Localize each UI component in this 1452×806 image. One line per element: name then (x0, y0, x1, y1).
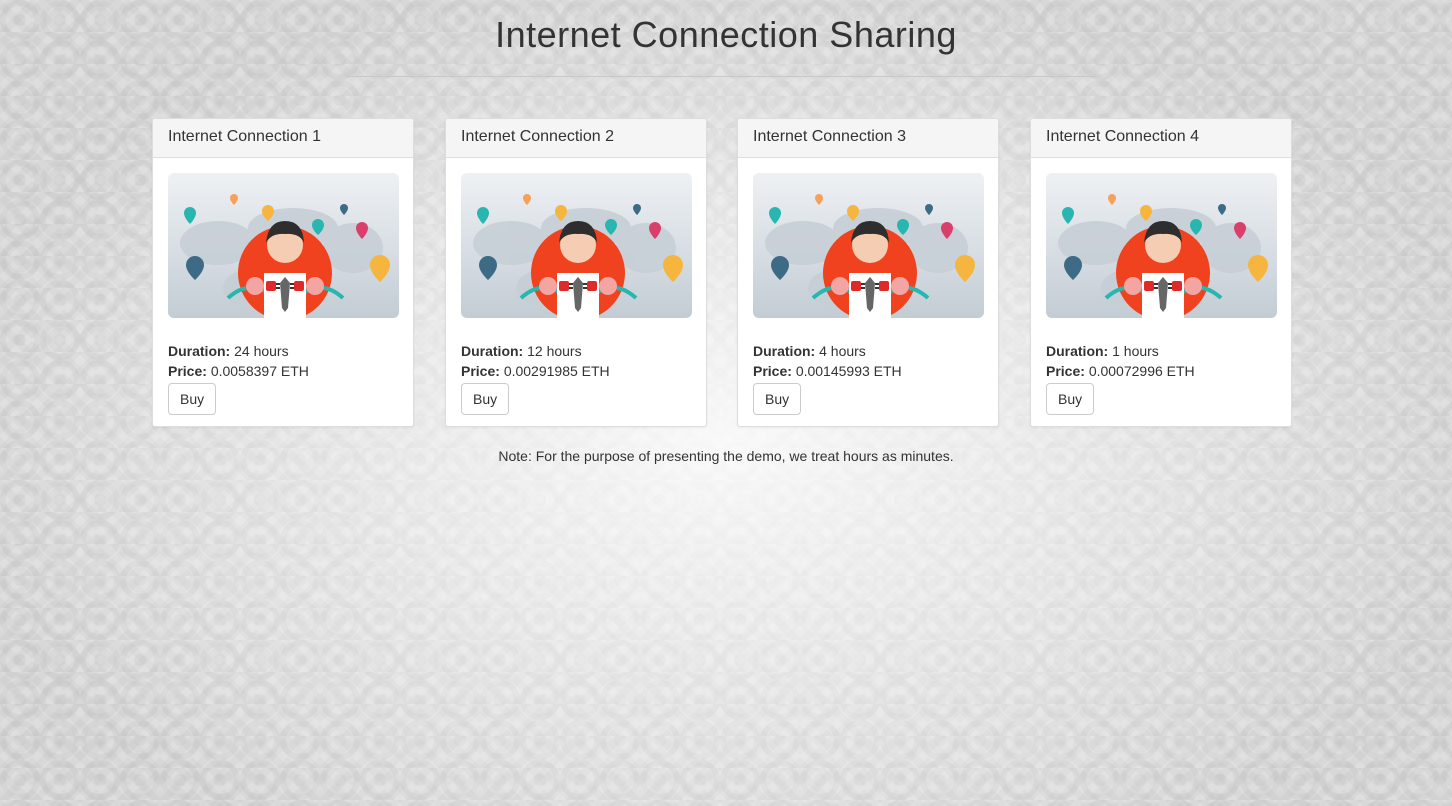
duration-value: 4 hours (819, 343, 866, 359)
card-title: Internet Connection 2 (446, 119, 706, 158)
duration-label: Duration: (168, 343, 231, 359)
duration-value: 1 hours (1112, 343, 1159, 359)
price-row: Price: 0.00291985 ETH (461, 361, 691, 381)
duration-label: Duration: (1046, 343, 1109, 359)
connection-illustration (753, 173, 984, 318)
world-map-plug-illustration (180, 194, 390, 318)
duration-row: Duration: 1 hours (1046, 341, 1276, 361)
duration-row: Duration: 12 hours (461, 341, 691, 361)
buy-button[interactable]: Buy (1046, 383, 1095, 415)
duration-value: 12 hours (527, 343, 582, 359)
world-map-plug-illustration (1058, 194, 1268, 318)
price-value: 0.00072996 ETH (1088, 363, 1195, 379)
duration-value: 24 hours (234, 343, 289, 359)
connection-cards: Internet Connection 1 Duration: 24 hours… (152, 118, 1292, 427)
duration-label: Duration: (753, 343, 816, 359)
page-title: Internet Connection Sharing (495, 14, 957, 55)
duration-label: Duration: (461, 343, 524, 359)
connection-illustration (1046, 173, 1277, 318)
demo-note: Note: For the purpose of presenting the … (498, 448, 954, 464)
world-map-plug-illustration (765, 194, 975, 318)
price-label: Price: (1046, 363, 1085, 379)
world-map-plug-illustration (473, 194, 683, 318)
title-divider (346, 76, 1097, 77)
buy-button[interactable]: Buy (753, 383, 802, 415)
card-title: Internet Connection 3 (738, 119, 998, 158)
duration-row: Duration: 4 hours (753, 341, 983, 361)
price-value: 0.00291985 ETH (503, 363, 610, 379)
price-label: Price: (461, 363, 500, 379)
connection-card: Internet Connection 4 Duration: 1 hours … (1030, 118, 1292, 427)
price-label: Price: (753, 363, 792, 379)
card-title: Internet Connection 1 (153, 119, 413, 158)
price-value: 0.0058397 ETH (210, 363, 309, 379)
buy-button[interactable]: Buy (168, 383, 217, 415)
card-title: Internet Connection 4 (1031, 119, 1291, 158)
price-row: Price: 0.0058397 ETH (168, 361, 398, 381)
buy-button[interactable]: Buy (461, 383, 510, 415)
connection-card: Internet Connection 3 Duration: 4 hours … (737, 118, 999, 427)
duration-row: Duration: 24 hours (168, 341, 398, 361)
price-row: Price: 0.00072996 ETH (1046, 361, 1276, 381)
connection-card: Internet Connection 1 Duration: 24 hours… (152, 118, 414, 427)
price-label: Price: (168, 363, 207, 379)
price-value: 0.00145993 ETH (795, 363, 902, 379)
connection-card: Internet Connection 2 Duration: 12 hours… (445, 118, 707, 427)
price-row: Price: 0.00145993 ETH (753, 361, 983, 381)
connection-illustration (168, 173, 399, 318)
connection-illustration (461, 173, 692, 318)
